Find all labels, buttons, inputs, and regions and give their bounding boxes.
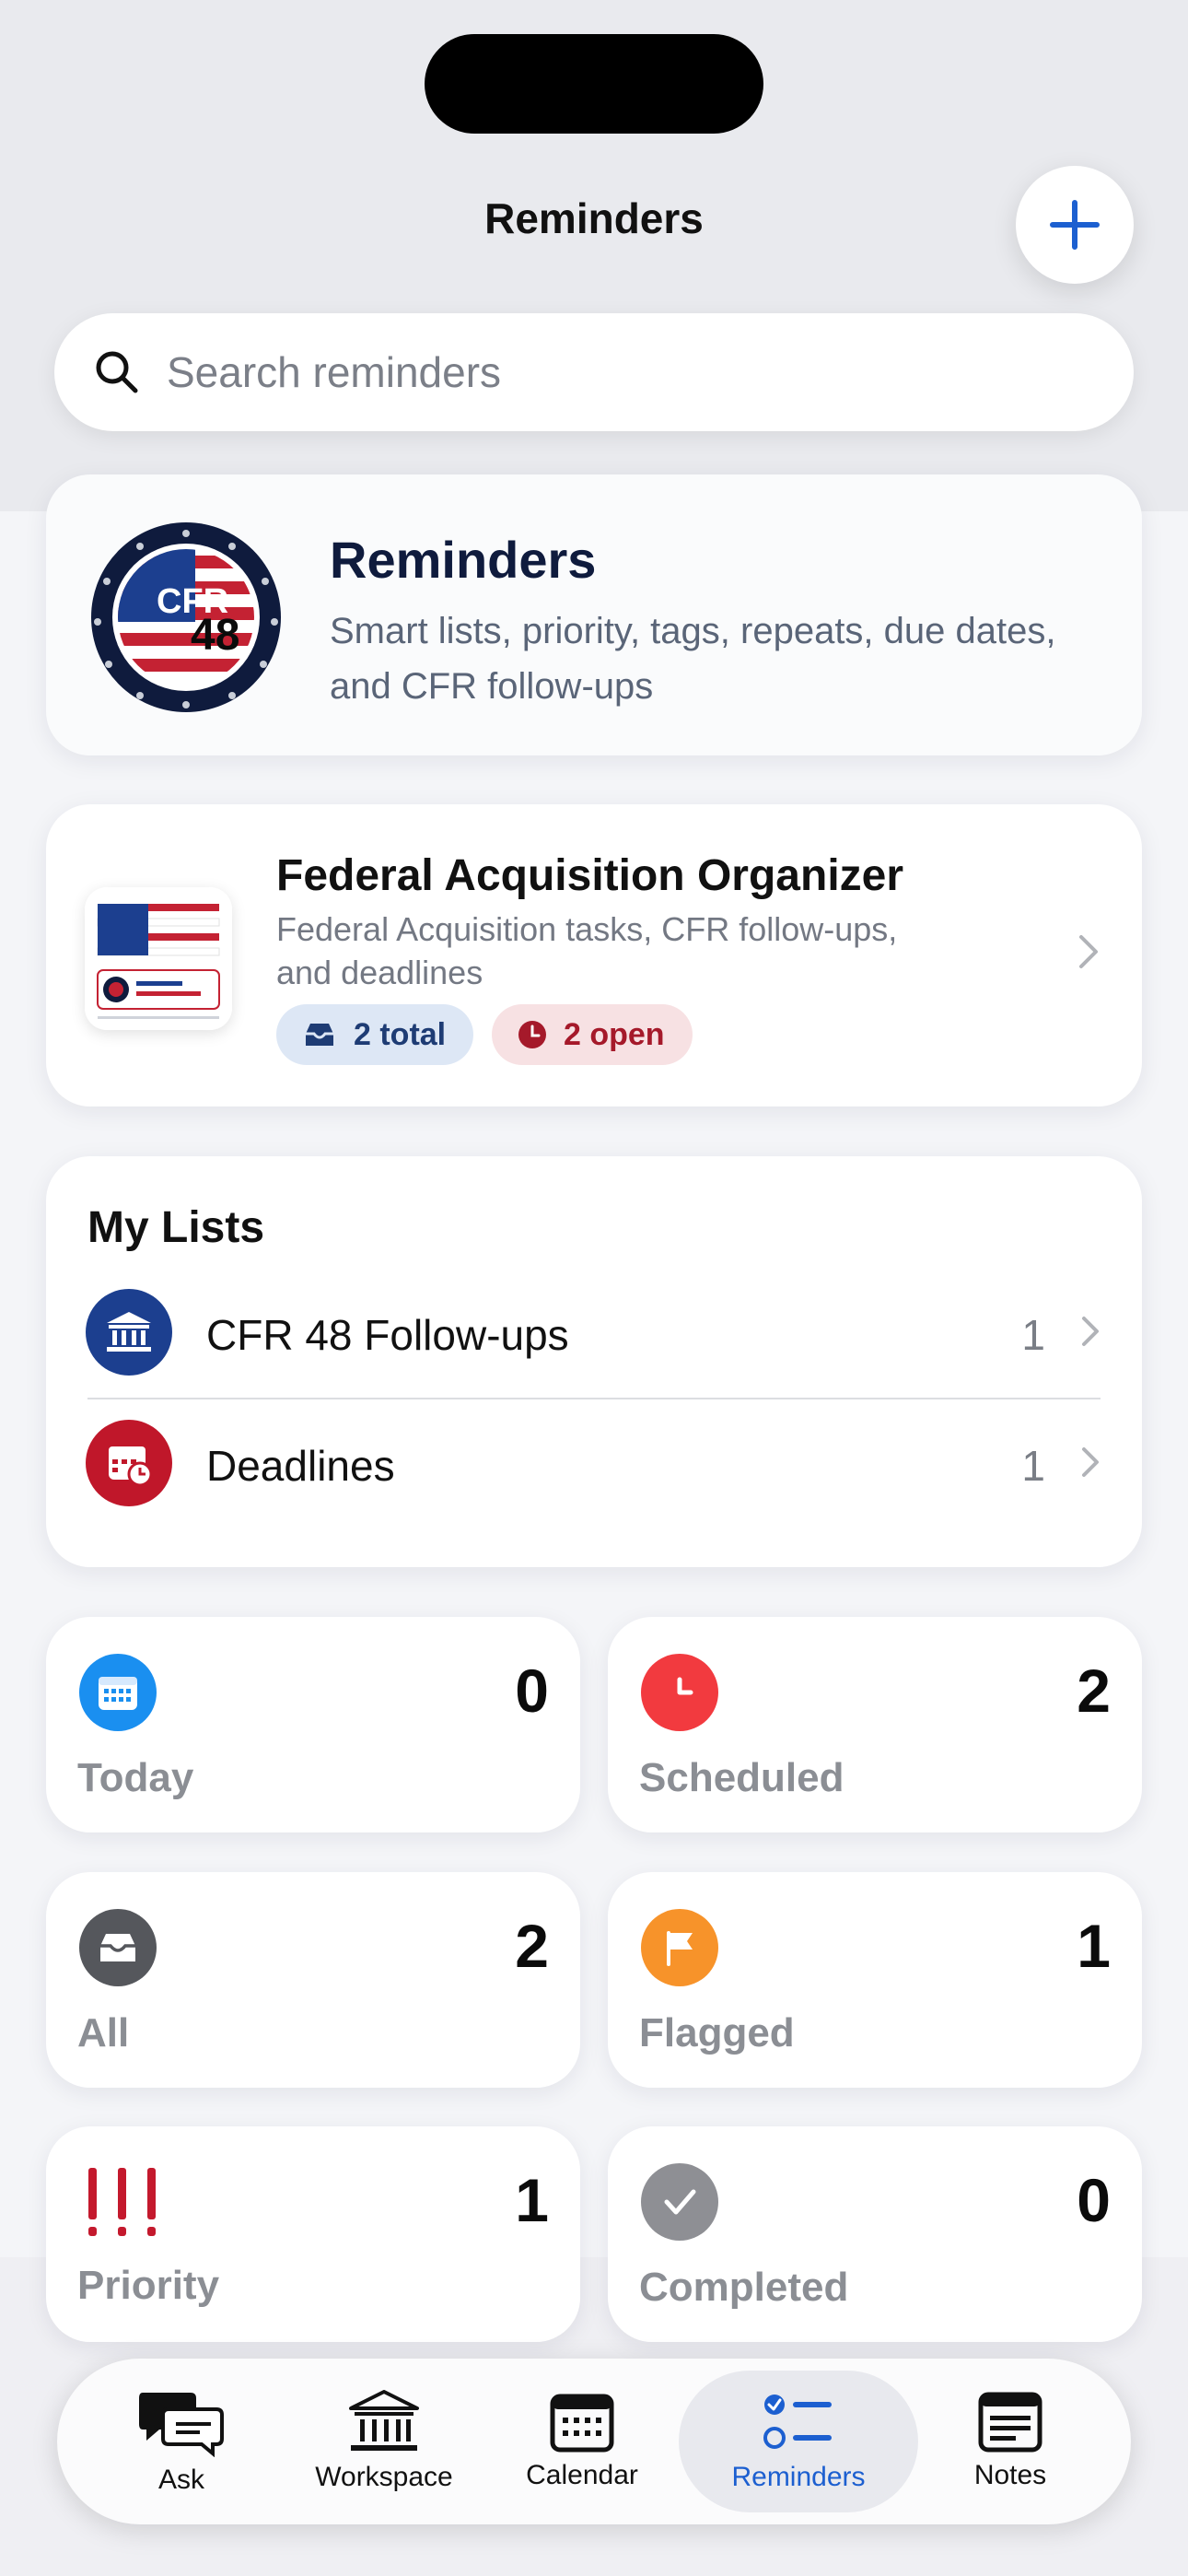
tab-calendar[interactable]: Calendar xyxy=(518,2359,646,2524)
smart-list-label: Scheduled xyxy=(639,1755,844,1800)
plus-icon xyxy=(1050,200,1100,250)
search-bar[interactable] xyxy=(54,313,1134,431)
smart-list-label: All xyxy=(77,2010,130,2055)
page-title: Reminders xyxy=(484,194,704,242)
tray-icon xyxy=(306,1024,333,1046)
smart-list-count: 0 xyxy=(515,1657,549,1725)
smart-list-priority[interactable]: 1 Priority xyxy=(46,2126,580,2342)
smart-list-count: 1 xyxy=(515,2166,549,2234)
my-lists-heading: My Lists xyxy=(87,1203,265,1252)
organizer-subtitle: Federal Acquisition tasks, CFR follow-up… xyxy=(276,910,898,991)
total-count-badge: 2 total xyxy=(276,1004,474,1065)
list-item-count: 1 xyxy=(1021,1442,1045,1490)
list-item-label: CFR 48 Follow-ups xyxy=(206,1311,569,1359)
tab-label: Reminders xyxy=(731,2462,866,2492)
smart-list-flagged[interactable]: 1 Flagged xyxy=(608,1872,1142,2088)
smart-list-count: 1 xyxy=(1077,1912,1111,1980)
building-columns-icon xyxy=(349,2390,419,2451)
checkmark-icon xyxy=(641,2163,718,2241)
smart-list-count: 2 xyxy=(1077,1657,1111,1725)
total-count-label: 2 total xyxy=(354,1016,447,1052)
my-lists-card: My Lists CFR 48 Follow-ups 1 Deadlines 1 xyxy=(46,1156,1142,1567)
smart-list-count: 0 xyxy=(1077,2166,1111,2234)
cfr-48-seal-icon: CFR 48 xyxy=(91,522,281,712)
chat-bubbles-icon xyxy=(139,2393,224,2457)
tab-workspace[interactable]: Workspace xyxy=(306,2359,462,2524)
tray-icon xyxy=(79,1909,157,1986)
tab-notes[interactable]: Notes xyxy=(950,2359,1070,2524)
open-count-label: 2 open xyxy=(564,1016,665,1052)
list-item-label: Deadlines xyxy=(206,1442,395,1490)
calendar-icon xyxy=(79,1654,157,1731)
flag-icon xyxy=(641,1909,718,1986)
chevron-right-icon xyxy=(1082,1447,1099,1477)
search-icon xyxy=(96,351,138,393)
tab-ask[interactable]: Ask xyxy=(122,2359,241,2524)
organizer-card[interactable]: Federal Acquisition Organizer Federal Ac… xyxy=(46,804,1142,1107)
document-flag-icon xyxy=(85,887,232,1030)
building-columns-icon xyxy=(86,1289,172,1376)
add-reminder-button[interactable] xyxy=(1016,166,1134,284)
hero-title: Reminders xyxy=(330,531,597,589)
clock-icon xyxy=(518,1021,546,1048)
exclamation-icon xyxy=(81,2161,164,2244)
checklist-icon xyxy=(763,2395,832,2449)
chevron-right-icon xyxy=(1082,1317,1099,1346)
smart-list-count: 2 xyxy=(515,1912,549,1980)
chevron-right-icon xyxy=(1079,935,1098,968)
list-item-deadlines[interactable]: Deadlines 1 xyxy=(46,1398,1142,1528)
smart-list-scheduled[interactable]: 2 Scheduled xyxy=(608,1617,1142,1832)
open-count-badge: 2 open xyxy=(492,1004,693,1065)
svg-text:48: 48 xyxy=(191,611,239,660)
smart-list-label: Priority xyxy=(77,2263,220,2308)
organizer-title: Federal Acquisition Organizer xyxy=(276,851,904,900)
tab-label: Workspace xyxy=(315,2462,453,2492)
smart-list-completed[interactable]: 0 Completed xyxy=(608,2126,1142,2342)
clock-icon xyxy=(641,1654,718,1731)
dynamic-island xyxy=(425,34,763,134)
tab-bar: Ask Workspace Calendar Reminders Notes xyxy=(57,2359,1131,2524)
calendar-icon xyxy=(550,2394,614,2453)
tab-label: Calendar xyxy=(526,2460,638,2490)
organizer-thumbnail xyxy=(85,887,232,1030)
smart-list-label: Today xyxy=(77,1755,194,1800)
search-input[interactable] xyxy=(167,347,996,397)
list-item-cfr-48-follow-ups[interactable]: CFR 48 Follow-ups 1 xyxy=(46,1267,1142,1398)
smart-list-label: Flagged xyxy=(639,2010,795,2055)
list-item-count: 1 xyxy=(1021,1311,1045,1359)
smart-list-label: Completed xyxy=(639,2265,849,2310)
tab-reminders[interactable]: Reminders xyxy=(679,2359,918,2524)
calendar-clock-icon xyxy=(86,1420,172,1506)
tab-label: Ask xyxy=(157,2465,204,2495)
notes-icon xyxy=(978,2392,1042,2453)
smart-list-all[interactable]: 2 All xyxy=(46,1872,580,2088)
smart-list-today[interactable]: 0 Today xyxy=(46,1617,580,1832)
tab-label: Notes xyxy=(973,2460,1047,2490)
reminders-hero-card: CFR 48 Reminders Smart lists, priority, … xyxy=(46,474,1142,755)
hero-subtitle: Smart lists, priority, tags, repeats, du… xyxy=(330,611,1056,707)
